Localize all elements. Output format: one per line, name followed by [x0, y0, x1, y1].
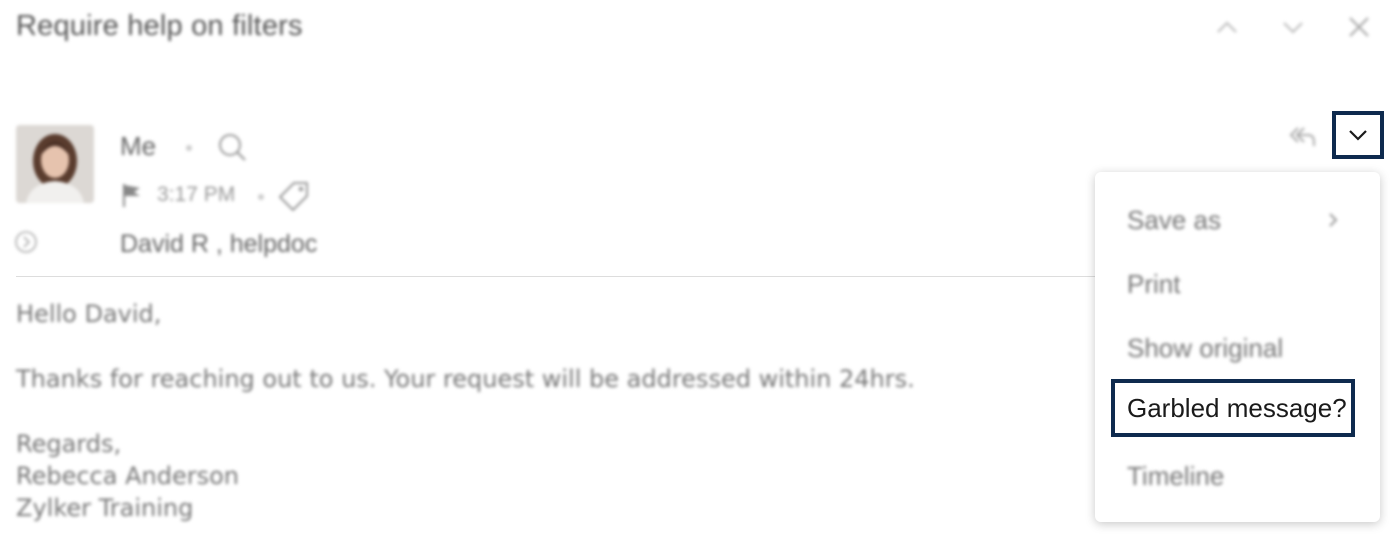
email-content: Thanks for reaching out to us. Your requ… — [16, 365, 915, 393]
flag-icon[interactable] — [121, 182, 143, 208]
avatar[interactable] — [16, 125, 94, 203]
header-divider — [16, 276, 1096, 277]
more-actions-button[interactable] — [1332, 111, 1384, 159]
close-icon — [1349, 17, 1369, 37]
next-email-button[interactable] — [1276, 10, 1310, 44]
menu-item-timeline[interactable]: Timeline — [1127, 461, 1224, 492]
reply-all-icon[interactable] — [1286, 120, 1318, 152]
avatar-image — [16, 125, 94, 203]
menu-item-garbled-message[interactable]: Garbled message? — [1111, 379, 1355, 437]
separator-dot — [258, 194, 264, 200]
menu-item-label: Garbled message? — [1127, 392, 1347, 423]
tag-icon[interactable] — [276, 178, 312, 214]
separator-dot — [186, 145, 192, 151]
chevron-down-icon — [1349, 130, 1367, 141]
sender-name[interactable]: Me — [120, 131, 156, 162]
recipients-list[interactable]: David R , helpdoc — [120, 230, 317, 259]
signature-name: Rebecca Anderson — [16, 462, 239, 490]
menu-item-show-original[interactable]: Show original — [1127, 333, 1283, 364]
menu-item-save-as[interactable]: Save as — [1127, 205, 1221, 236]
close-button[interactable] — [1342, 10, 1376, 44]
signature-org: Zylker Training — [16, 494, 194, 522]
email-body: Hello David, Thanks for reaching out to … — [16, 298, 1076, 524]
chevron-down-icon — [1283, 22, 1303, 34]
expand-circle-icon[interactable] — [14, 230, 38, 254]
chevron-right-icon — [1323, 210, 1343, 230]
chevron-up-icon — [1217, 21, 1237, 33]
search-icon[interactable] — [215, 130, 249, 164]
email-signoff: Regards, — [16, 430, 122, 458]
menu-item-print[interactable]: Print — [1127, 269, 1180, 300]
previous-email-button[interactable] — [1210, 10, 1244, 44]
email-subject: Require help on filters — [16, 10, 303, 42]
more-actions-menu: Save as Print Show original Garbled mess… — [1095, 172, 1380, 522]
email-greeting: Hello David, — [16, 300, 162, 328]
email-time: 3:17 PM — [157, 183, 236, 206]
